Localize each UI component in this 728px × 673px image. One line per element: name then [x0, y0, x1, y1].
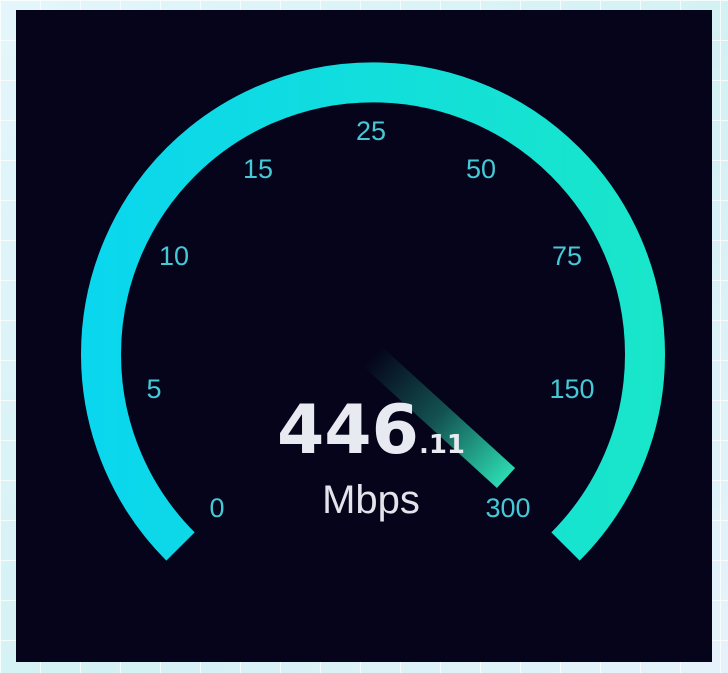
scale-label-10: 10 — [159, 241, 189, 271]
speed-unit: Mbps — [322, 478, 420, 522]
gauge-arc — [81, 62, 665, 561]
scale-label-15: 15 — [243, 154, 273, 184]
speed-value-integer: 446 — [277, 391, 419, 470]
speed-value-decimal: .11 — [419, 430, 465, 460]
scale-label-300: 300 — [485, 493, 530, 523]
scale-label-25: 25 — [356, 116, 386, 146]
scale-label-150: 150 — [549, 374, 594, 404]
scale-label-0: 0 — [209, 493, 224, 523]
scale-label-50: 50 — [466, 154, 496, 184]
scale-label-75: 75 — [552, 241, 582, 271]
scale-label-5: 5 — [146, 374, 161, 404]
speed-gauge: 0 5 10 15 25 50 75 150 300 446.11 Mbps — [81, 62, 665, 561]
